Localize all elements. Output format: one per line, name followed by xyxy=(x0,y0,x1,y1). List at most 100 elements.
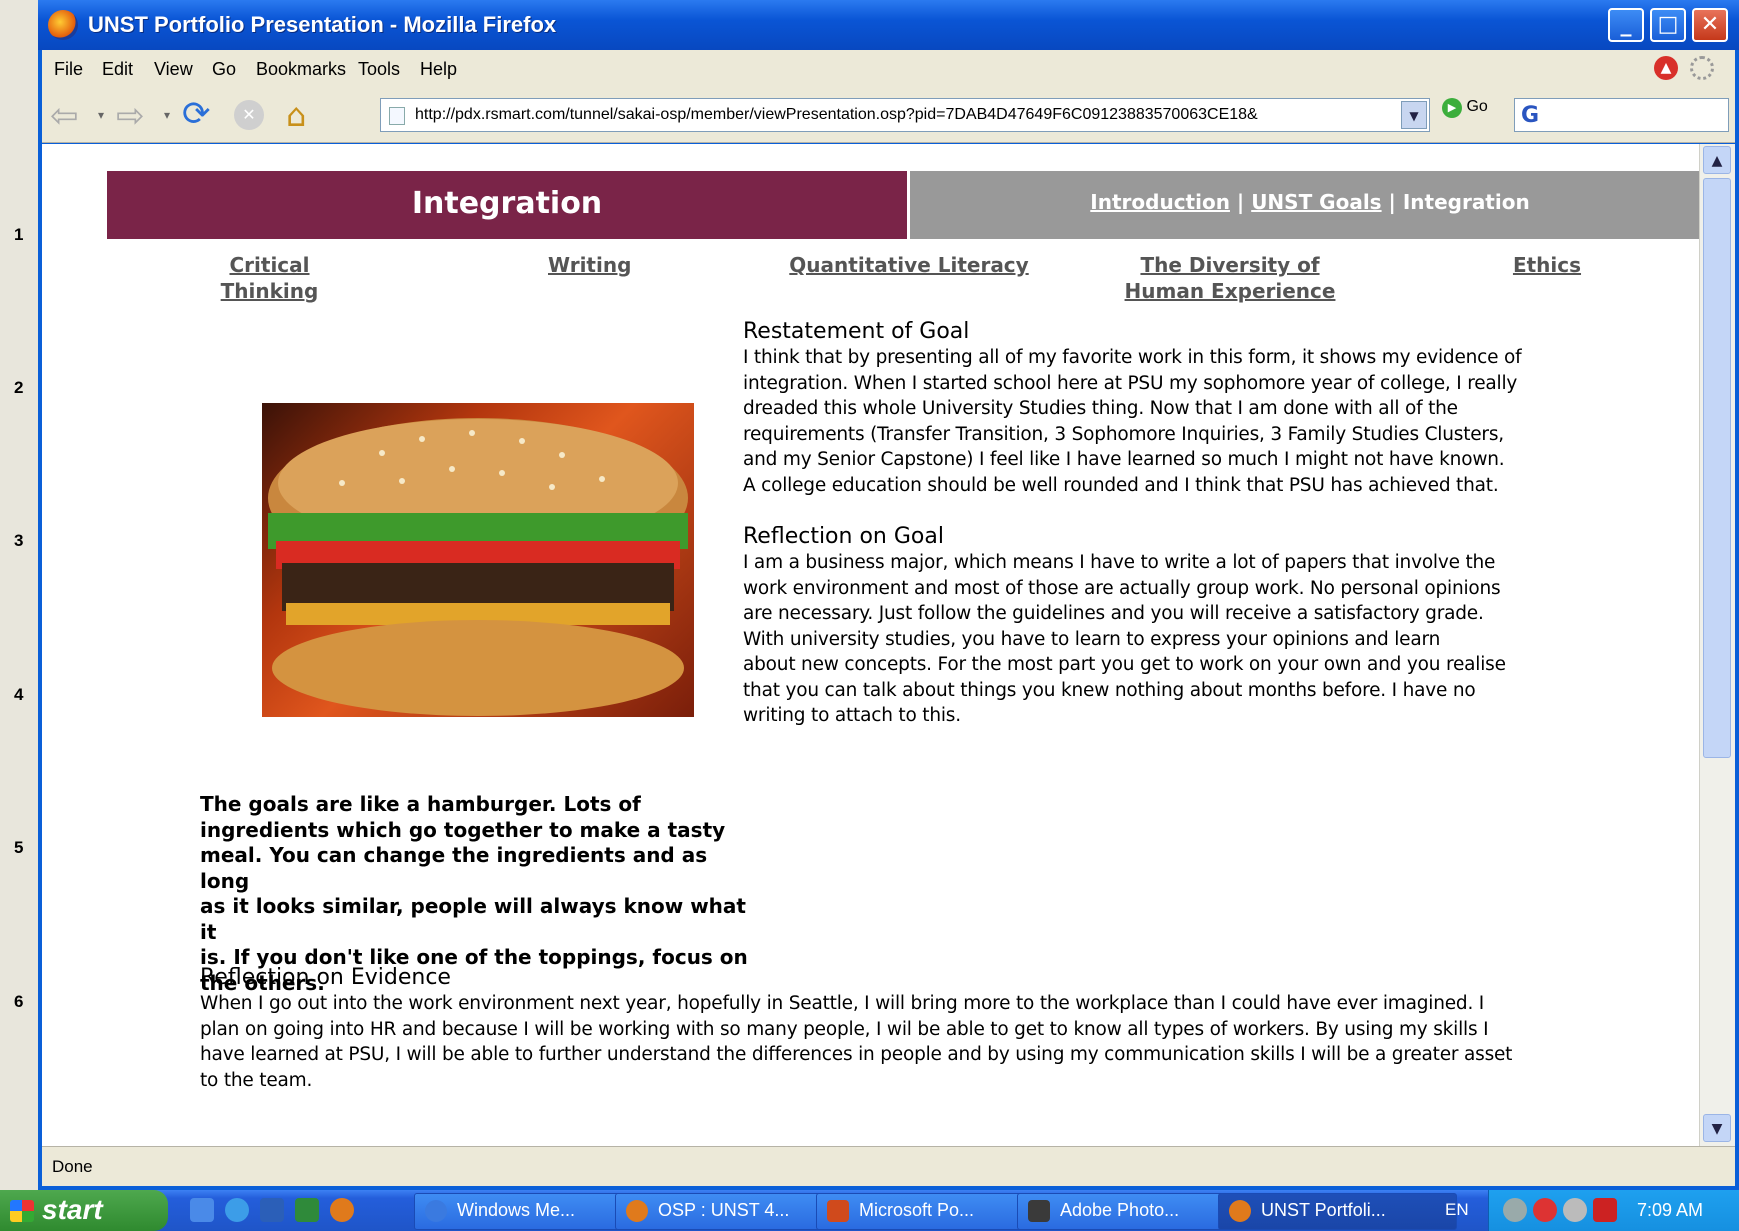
powerpoint-slide-strip: 1 2 3 4 5 6 xyxy=(0,0,40,1190)
reflection-evidence-heading: Reflection on Evidence xyxy=(200,965,451,990)
url-text[interactable]: http://pdx.rsmart.com/tunnel/sakai-osp/m… xyxy=(415,106,1258,124)
language-indicator[interactable]: EN xyxy=(1445,1200,1469,1220)
title-bar[interactable]: UNST Portfolio Presentation - Mozilla Fi… xyxy=(38,0,1739,50)
page-banner-title: Integration xyxy=(107,171,907,239)
firefox-icon xyxy=(1229,1200,1251,1222)
back-dropdown-icon[interactable]: ▾ xyxy=(98,108,104,122)
menu-file[interactable]: File xyxy=(54,59,83,80)
url-dropdown-icon[interactable]: ▼ xyxy=(1401,101,1427,129)
page-icon xyxy=(389,107,405,125)
page-content: Integration Introduction | UNST Goals | … xyxy=(42,144,1699,1146)
throbber-icon xyxy=(1690,56,1714,80)
quicklaunch-word-icon[interactable] xyxy=(260,1198,284,1222)
text-line: work environment and most of those are a… xyxy=(743,577,1501,599)
address-bar[interactable]: http://pdx.rsmart.com/tunnel/sakai-osp/m… xyxy=(380,98,1430,132)
menu-edit[interactable]: Edit xyxy=(102,59,133,80)
menu-bookmarks[interactable]: Bookmarks xyxy=(256,59,346,80)
close-button[interactable]: ✕ xyxy=(1692,8,1728,42)
menu-bar: File Edit View Go Bookmarks Tools Help ▲ xyxy=(42,50,1735,88)
link-quantitative-literacy[interactable]: Quantitative Literacy xyxy=(789,252,1029,278)
nav-introduction-link[interactable]: Introduction xyxy=(1090,190,1230,214)
photoshop-icon xyxy=(1028,1200,1050,1222)
window-title: UNST Portfolio Presentation - Mozilla Fi… xyxy=(88,12,557,37)
back-arrow-icon[interactable]: ⇦ xyxy=(50,96,79,136)
reflection-goal-text: I am a business major, which means I hav… xyxy=(743,550,1623,729)
navigation-toolbar: ⇦ ▾ ⇨ ▾ ⟳ ✕ ⌂ http://pdx.rsmart.com/tunn… xyxy=(42,88,1735,143)
firefox-icon xyxy=(48,10,78,40)
slide-number[interactable]: 2 xyxy=(14,378,23,398)
slide-number[interactable]: 1 xyxy=(14,225,23,245)
reflection-goal-heading: Reflection on Goal xyxy=(743,524,944,549)
menu-view[interactable]: View xyxy=(154,59,193,80)
text-line: and my Senior Capstone) I feel like I ha… xyxy=(743,449,1505,470)
text-line: A college education should be well round… xyxy=(743,474,1499,496)
text-line: integration. When I started school here … xyxy=(743,372,1518,394)
scroll-up-icon[interactable]: ▲ xyxy=(1703,146,1731,174)
task-label: OSP : UNST 4... xyxy=(658,1200,790,1220)
quicklaunch-ie-icon[interactable] xyxy=(225,1198,249,1222)
powerpoint-icon xyxy=(827,1200,849,1222)
home-icon[interactable]: ⌂ xyxy=(286,96,306,134)
messenger-icon[interactable] xyxy=(1503,1198,1527,1222)
text-line: to the team. xyxy=(200,1069,313,1091)
text-line: have learned at PSU, I will be able to f… xyxy=(200,1044,1513,1065)
security-alert-icon[interactable] xyxy=(1533,1198,1557,1222)
google-search-icon[interactable]: G xyxy=(1521,103,1539,128)
network-icon[interactable] xyxy=(1563,1198,1587,1222)
menu-tools[interactable]: Tools xyxy=(358,59,400,80)
restatement-text: I think that by presenting all of my fav… xyxy=(743,345,1623,498)
slide-number[interactable]: 5 xyxy=(14,838,23,858)
go-button[interactable]: ▶ Go xyxy=(1442,98,1488,118)
scroll-down-icon[interactable]: ▼ xyxy=(1703,1114,1731,1142)
reload-icon[interactable]: ⟳ xyxy=(182,94,211,134)
quicklaunch-outlook-icon[interactable] xyxy=(190,1198,214,1222)
link-critical-thinking[interactable]: Critical Thinking xyxy=(182,252,357,304)
go-arrow-icon: ▶ xyxy=(1442,98,1462,118)
scroll-thumb[interactable] xyxy=(1703,178,1731,758)
stop-load-icon[interactable]: ✕ xyxy=(234,100,264,130)
menu-go[interactable]: Go xyxy=(212,59,236,80)
stop-icon[interactable]: ▲ xyxy=(1654,56,1678,80)
link-diversity-human-experience[interactable]: The Diversity of Human Experience xyxy=(1100,252,1360,304)
caption-line: ingredients which go together to make a … xyxy=(200,817,726,842)
maximize-button[interactable]: □ xyxy=(1650,8,1686,42)
start-label: start xyxy=(42,1194,103,1225)
quicklaunch-firefox-icon[interactable] xyxy=(330,1198,354,1222)
nav-current-integration: Integration xyxy=(1402,190,1530,214)
text-line: dreaded this whole University Studies th… xyxy=(743,398,1458,419)
quicklaunch-excel-icon[interactable] xyxy=(295,1198,319,1222)
forward-arrow-icon[interactable]: ⇨ xyxy=(116,96,145,136)
link-ethics[interactable]: Ethics xyxy=(1512,252,1582,278)
text-line: that you can talk about things you knew … xyxy=(743,679,1476,701)
firefox-window: UNST Portfolio Presentation - Mozilla Fi… xyxy=(38,0,1739,1190)
status-text: Done xyxy=(52,1157,93,1176)
link-writing[interactable]: Writing xyxy=(548,252,631,278)
text-line: are necessary. Just follow the guideline… xyxy=(743,603,1484,624)
text-line: I am a business major, which means I hav… xyxy=(743,552,1496,573)
text-line: about new concepts. For the most part yo… xyxy=(743,654,1506,675)
task-label: UNST Portfoli... xyxy=(1261,1200,1386,1220)
text-line: writing to attach to this. xyxy=(743,705,961,726)
go-label: Go xyxy=(1466,98,1488,115)
search-box[interactable]: G xyxy=(1514,98,1729,132)
slide-number[interactable]: 3 xyxy=(14,531,23,551)
start-button[interactable]: start xyxy=(0,1190,168,1231)
task-label: Windows Me... xyxy=(457,1200,576,1220)
nav-unst-goals-link[interactable]: UNST Goals xyxy=(1251,190,1381,214)
caption-line: meal. You can change the ingredients and… xyxy=(200,843,708,893)
caption-line: The goals are like a hamburger. Lots of xyxy=(200,792,641,816)
text-line: requirements (Transfer Transition, 3 Sop… xyxy=(743,423,1504,445)
slide-number[interactable]: 4 xyxy=(14,685,23,705)
vertical-scrollbar[interactable]: ▲ ▼ xyxy=(1699,144,1735,1146)
slide-number[interactable]: 6 xyxy=(14,992,23,1012)
task-unst-portfolio[interactable]: UNST Portfoli... xyxy=(1218,1193,1457,1230)
antivirus-icon[interactable] xyxy=(1593,1198,1617,1222)
hamburger-image xyxy=(262,403,694,717)
nav-separator: | xyxy=(1229,190,1252,214)
status-bar: Done xyxy=(42,1146,1735,1186)
minimize-button[interactable]: _ xyxy=(1608,8,1644,42)
firefox-icon xyxy=(626,1200,648,1222)
forward-dropdown-icon[interactable]: ▾ xyxy=(164,108,170,122)
menu-help[interactable]: Help xyxy=(420,59,457,80)
top-navigation: Introduction | UNST Goals | Integration xyxy=(910,171,1699,239)
